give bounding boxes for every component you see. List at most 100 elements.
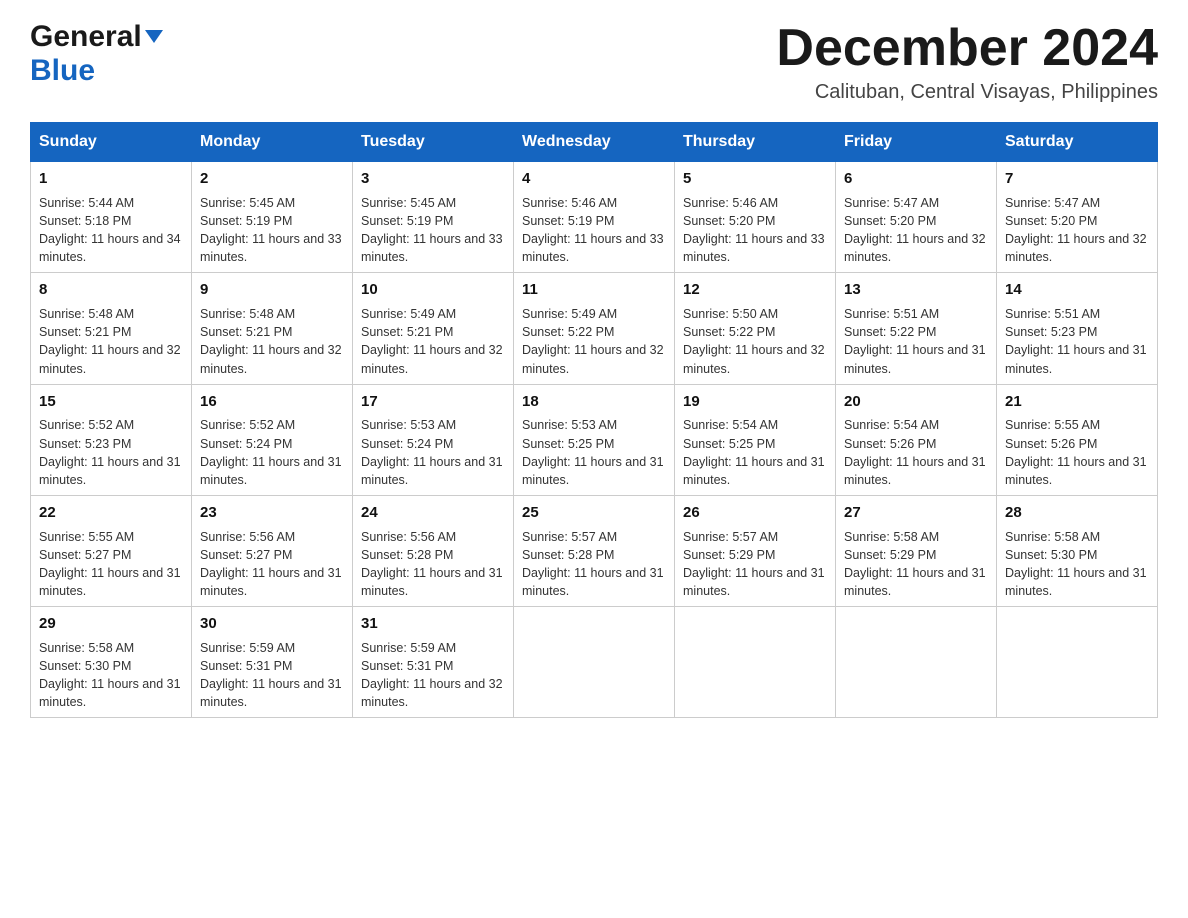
calendar-cell: 16 Sunrise: 5:52 AMSunset: 5:24 PMDayligh…	[192, 384, 353, 495]
calendar-cell: 6 Sunrise: 5:47 AMSunset: 5:20 PMDaylight…	[836, 162, 997, 273]
day-info: Sunrise: 5:51 AMSunset: 5:22 PMDaylight:…	[844, 305, 988, 378]
day-info: Sunrise: 5:59 AMSunset: 5:31 PMDaylight:…	[361, 639, 505, 712]
calendar-cell: 8 Sunrise: 5:48 AMSunset: 5:21 PMDaylight…	[31, 273, 192, 384]
calendar-cell: 4Sunrise: 5:46 AMSunset: 5:19 PMDaylight…	[514, 162, 675, 273]
day-info: Sunrise: 5:53 AMSunset: 5:24 PMDaylight:…	[361, 416, 505, 489]
logo-general-text: General	[30, 20, 142, 54]
calendar-week-row: 15 Sunrise: 5:52 AMSunset: 5:23 PMDayligh…	[31, 384, 1158, 495]
calendar-day-header: Saturday	[997, 123, 1158, 162]
calendar-cell: 25 Sunrise: 5:57 AMSunset: 5:28 PMDayligh…	[514, 495, 675, 606]
day-info: Sunrise: 5:45 AMSunset: 5:19 PMDaylight:…	[200, 194, 344, 267]
calendar-day-header: Friday	[836, 123, 997, 162]
calendar-cell: 12 Sunrise: 5:50 AMSunset: 5:22 PMDayligh…	[675, 273, 836, 384]
day-info: Sunrise: 5:52 AMSunset: 5:24 PMDaylight:…	[200, 416, 344, 489]
calendar-day-header: Thursday	[675, 123, 836, 162]
day-number: 18	[522, 391, 666, 413]
calendar-cell: 21 Sunrise: 5:55 AMSunset: 5:26 PMDayligh…	[997, 384, 1158, 495]
day-number: 29	[39, 613, 183, 635]
calendar-cell: 23Sunrise: 5:56 AMSunset: 5:27 PMDayligh…	[192, 495, 353, 606]
calendar-cell: 3Sunrise: 5:45 AMSunset: 5:19 PMDaylight…	[353, 162, 514, 273]
day-number: 30	[200, 613, 344, 635]
day-number: 17	[361, 391, 505, 413]
calendar-cell: 18Sunrise: 5:53 AMSunset: 5:25 PMDayligh…	[514, 384, 675, 495]
calendar-cell: 27Sunrise: 5:58 AMSunset: 5:29 PMDayligh…	[836, 495, 997, 606]
day-number: 25	[522, 502, 666, 524]
day-number: 31	[361, 613, 505, 635]
day-number: 23	[200, 502, 344, 524]
day-number: 28	[1005, 502, 1149, 524]
day-info: Sunrise: 5:57 AMSunset: 5:29 PMDaylight:…	[683, 528, 827, 601]
day-info: Sunrise: 5:48 AMSunset: 5:21 PMDaylight:…	[39, 305, 183, 378]
calendar-cell: 30 Sunrise: 5:59 AMSunset: 5:31 PMDayligh…	[192, 607, 353, 718]
day-info: Sunrise: 5:45 AMSunset: 5:19 PMDaylight:…	[361, 194, 505, 267]
day-number: 21	[1005, 391, 1149, 413]
calendar-cell: 24 Sunrise: 5:56 AMSunset: 5:28 PMDayligh…	[353, 495, 514, 606]
day-number: 4	[522, 168, 666, 190]
calendar-day-header: Sunday	[31, 123, 192, 162]
title-block: December 2024 Calituban, Central Visayas…	[776, 20, 1158, 104]
day-number: 1	[39, 168, 183, 190]
day-info: Sunrise: 5:58 AMSunset: 5:29 PMDaylight:…	[844, 528, 988, 601]
calendar-cell	[997, 607, 1158, 718]
logo: General Blue	[30, 20, 163, 88]
day-number: 11	[522, 279, 666, 301]
calendar-cell	[836, 607, 997, 718]
calendar-cell: 15 Sunrise: 5:52 AMSunset: 5:23 PMDayligh…	[31, 384, 192, 495]
logo-blue-text: Blue	[30, 54, 95, 87]
day-number: 9	[200, 279, 344, 301]
day-info: Sunrise: 5:56 AMSunset: 5:28 PMDaylight:…	[361, 528, 505, 601]
calendar-week-row: 8 Sunrise: 5:48 AMSunset: 5:21 PMDaylight…	[31, 273, 1158, 384]
day-number: 8	[39, 279, 183, 301]
calendar-cell: 22 Sunrise: 5:55 AMSunset: 5:27 PMDayligh…	[31, 495, 192, 606]
day-info: Sunrise: 5:49 AMSunset: 5:21 PMDaylight:…	[361, 305, 505, 378]
day-number: 15	[39, 391, 183, 413]
day-info: Sunrise: 5:47 AMSunset: 5:20 PMDaylight:…	[1005, 194, 1149, 267]
day-info: Sunrise: 5:54 AMSunset: 5:25 PMDaylight:…	[683, 416, 827, 489]
calendar-cell: 20Sunrise: 5:54 AMSunset: 5:26 PMDayligh…	[836, 384, 997, 495]
calendar-cell: 14Sunrise: 5:51 AMSunset: 5:23 PMDayligh…	[997, 273, 1158, 384]
day-info: Sunrise: 5:46 AMSunset: 5:20 PMDaylight:…	[683, 194, 827, 267]
calendar-cell: 31 Sunrise: 5:59 AMSunset: 5:31 PMDayligh…	[353, 607, 514, 718]
day-info: Sunrise: 5:55 AMSunset: 5:27 PMDaylight:…	[39, 528, 183, 601]
calendar-day-header: Wednesday	[514, 123, 675, 162]
calendar-cell: 11 Sunrise: 5:49 AMSunset: 5:22 PMDayligh…	[514, 273, 675, 384]
page-header: General Blue December 2024 Calituban, Ce…	[30, 20, 1158, 104]
day-number: 16	[200, 391, 344, 413]
calendar-day-header: Tuesday	[353, 123, 514, 162]
calendar-cell: 19Sunrise: 5:54 AMSunset: 5:25 PMDayligh…	[675, 384, 836, 495]
day-number: 6	[844, 168, 988, 190]
calendar-week-row: 29 Sunrise: 5:58 AMSunset: 5:30 PMDayligh…	[31, 607, 1158, 718]
calendar-cell: 26 Sunrise: 5:57 AMSunset: 5:29 PMDayligh…	[675, 495, 836, 606]
calendar-cell: 13 Sunrise: 5:51 AMSunset: 5:22 PMDayligh…	[836, 273, 997, 384]
logo-triangle-icon	[145, 30, 163, 43]
day-number: 20	[844, 391, 988, 413]
calendar-day-header: Monday	[192, 123, 353, 162]
day-info: Sunrise: 5:50 AMSunset: 5:22 PMDaylight:…	[683, 305, 827, 378]
day-number: 22	[39, 502, 183, 524]
day-info: Sunrise: 5:58 AMSunset: 5:30 PMDaylight:…	[1005, 528, 1149, 601]
day-info: Sunrise: 5:49 AMSunset: 5:22 PMDaylight:…	[522, 305, 666, 378]
calendar-week-row: 1 Sunrise: 5:44 AMSunset: 5:18 PMDaylight…	[31, 162, 1158, 273]
calendar-week-row: 22 Sunrise: 5:55 AMSunset: 5:27 PMDayligh…	[31, 495, 1158, 606]
day-number: 13	[844, 279, 988, 301]
month-title: December 2024	[776, 20, 1158, 77]
day-info: Sunrise: 5:52 AMSunset: 5:23 PMDaylight:…	[39, 416, 183, 489]
day-info: Sunrise: 5:57 AMSunset: 5:28 PMDaylight:…	[522, 528, 666, 601]
day-info: Sunrise: 5:59 AMSunset: 5:31 PMDaylight:…	[200, 639, 344, 712]
day-number: 5	[683, 168, 827, 190]
day-number: 2	[200, 168, 344, 190]
day-info: Sunrise: 5:55 AMSunset: 5:26 PMDaylight:…	[1005, 416, 1149, 489]
calendar-cell: 1 Sunrise: 5:44 AMSunset: 5:18 PMDaylight…	[31, 162, 192, 273]
day-info: Sunrise: 5:47 AMSunset: 5:20 PMDaylight:…	[844, 194, 988, 267]
day-number: 14	[1005, 279, 1149, 301]
calendar-cell	[675, 607, 836, 718]
calendar-header-row: SundayMondayTuesdayWednesdayThursdayFrid…	[31, 123, 1158, 162]
calendar-cell: 29 Sunrise: 5:58 AMSunset: 5:30 PMDayligh…	[31, 607, 192, 718]
day-info: Sunrise: 5:58 AMSunset: 5:30 PMDaylight:…	[39, 639, 183, 712]
calendar-cell	[514, 607, 675, 718]
day-number: 12	[683, 279, 827, 301]
day-number: 24	[361, 502, 505, 524]
day-info: Sunrise: 5:44 AMSunset: 5:18 PMDaylight:…	[39, 194, 183, 267]
day-info: Sunrise: 5:48 AMSunset: 5:21 PMDaylight:…	[200, 305, 344, 378]
day-number: 26	[683, 502, 827, 524]
